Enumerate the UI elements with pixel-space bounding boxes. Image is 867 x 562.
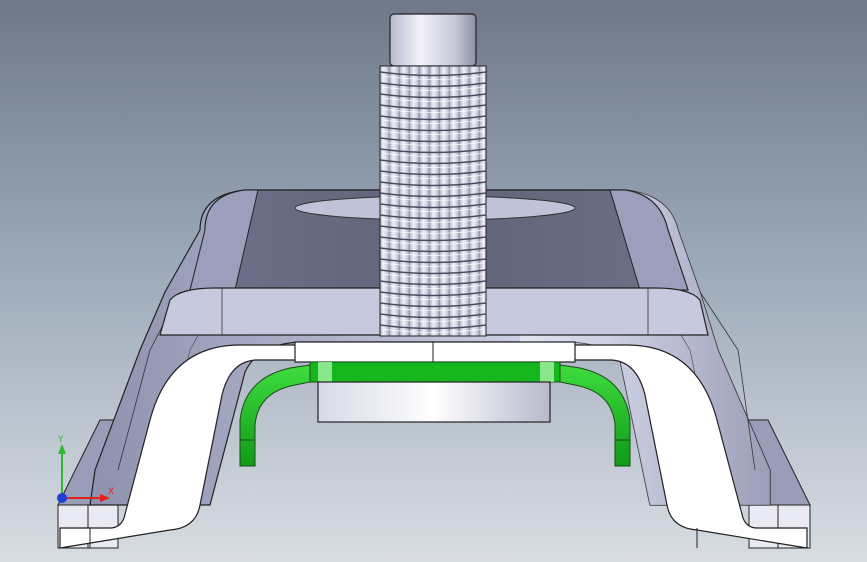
x-axis-label: X <box>108 487 114 497</box>
z-axis-dot-icon <box>57 493 67 503</box>
coordinate-triad: Y X <box>57 435 114 503</box>
graphics-viewport[interactable]: Y X <box>0 0 867 562</box>
nut[interactable] <box>317 381 551 423</box>
y-axis-label: Y <box>57 435 64 445</box>
y-axis-arrow-icon <box>58 444 66 454</box>
3d-model-view[interactable] <box>0 0 867 562</box>
